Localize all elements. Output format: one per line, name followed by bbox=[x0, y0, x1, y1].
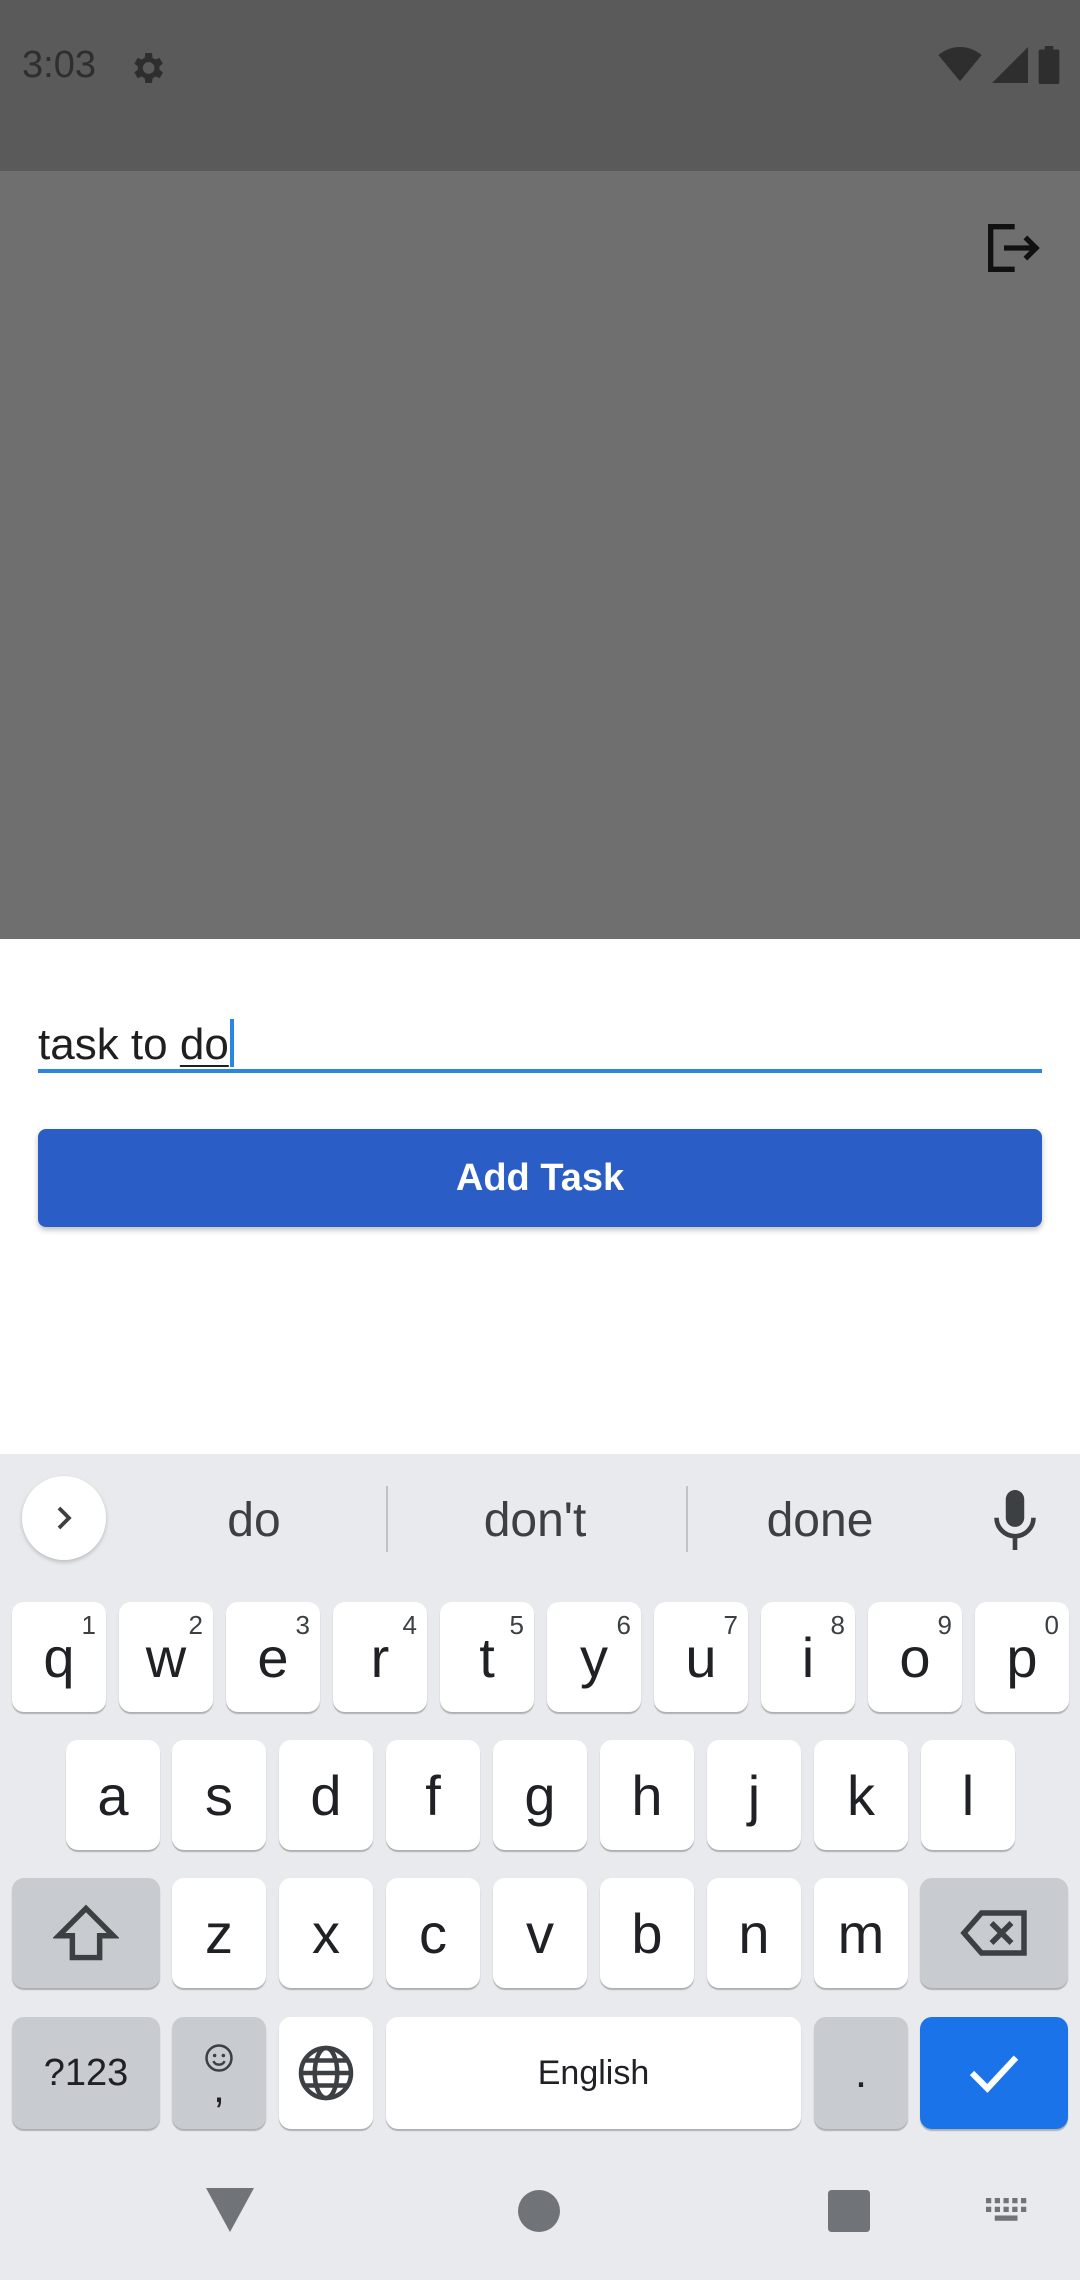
shift-icon bbox=[53, 1904, 119, 1961]
suggestion-3[interactable]: done bbox=[710, 1484, 930, 1556]
recents-icon[interactable] bbox=[828, 2190, 870, 2232]
globe-icon bbox=[298, 2045, 354, 2101]
enter-key[interactable] bbox=[920, 2017, 1068, 2129]
key-q[interactable]: q1 bbox=[12, 1602, 106, 1712]
key-label: w bbox=[145, 1625, 187, 1689]
key-t[interactable]: t5 bbox=[440, 1602, 534, 1712]
language-key[interactable] bbox=[279, 2017, 373, 2129]
status-icons bbox=[938, 46, 1060, 84]
navigation-bar bbox=[0, 2160, 1080, 2280]
task-input-value: task to do bbox=[38, 1019, 234, 1067]
suggestion-divider bbox=[386, 1486, 388, 1552]
key-s[interactable]: s bbox=[172, 1740, 266, 1850]
key-label: e bbox=[257, 1625, 289, 1689]
suggestion-strip: do don't done bbox=[0, 1454, 1080, 1586]
status-time: 3:03 bbox=[22, 44, 96, 86]
soft-keyboard: do don't done q1 w2 e3 r4 t5 y6 u7 i8 o9… bbox=[0, 1454, 1080, 2280]
text-caret bbox=[229, 1019, 234, 1067]
key-hint: 9 bbox=[937, 1610, 952, 1640]
key-i[interactable]: i8 bbox=[761, 1602, 855, 1712]
task-input[interactable]: task to do bbox=[38, 977, 1042, 1073]
key-label: q bbox=[43, 1625, 75, 1689]
microphone-icon[interactable] bbox=[990, 1490, 1040, 1550]
key-c[interactable]: c bbox=[386, 1878, 480, 1988]
key-hint: 2 bbox=[188, 1610, 203, 1640]
key-label: u bbox=[685, 1625, 717, 1689]
keyboard-switch-icon[interactable] bbox=[986, 2198, 1028, 2226]
backspace-icon bbox=[960, 1910, 1027, 1956]
key-hint: 8 bbox=[830, 1610, 845, 1640]
key-p[interactable]: p0 bbox=[975, 1602, 1069, 1712]
key-hint: 3 bbox=[295, 1610, 310, 1640]
suggestion-2[interactable]: don't bbox=[410, 1484, 660, 1556]
key-l[interactable]: l bbox=[921, 1740, 1015, 1850]
app-content-area bbox=[0, 171, 1080, 939]
battery-icon bbox=[1038, 46, 1060, 84]
key-z[interactable]: z bbox=[172, 1878, 266, 1988]
key-d[interactable]: d bbox=[279, 1740, 373, 1850]
space-bar[interactable]: English bbox=[386, 2017, 801, 2129]
wifi-icon bbox=[938, 47, 982, 82]
key-x[interactable]: x bbox=[279, 1878, 373, 1988]
key-label: p bbox=[1006, 1625, 1038, 1689]
key-b[interactable]: b bbox=[600, 1878, 694, 1988]
key-hint: 5 bbox=[509, 1610, 524, 1640]
key-r[interactable]: r4 bbox=[333, 1602, 427, 1712]
settings-gear-icon bbox=[134, 53, 163, 83]
key-label: r bbox=[370, 1625, 390, 1689]
home-icon[interactable] bbox=[518, 2190, 560, 2232]
task-input-prefix: task to bbox=[38, 1020, 180, 1069]
key-n[interactable]: n bbox=[707, 1878, 801, 1988]
key-a[interactable]: a bbox=[66, 1740, 160, 1850]
status-bar: 3:03 bbox=[0, 0, 1080, 171]
suggestion-1[interactable]: do bbox=[160, 1484, 348, 1556]
key-label: o bbox=[899, 1625, 931, 1689]
key-hint: 6 bbox=[616, 1610, 631, 1640]
key-hint: 4 bbox=[402, 1610, 417, 1640]
key-g[interactable]: g bbox=[493, 1740, 587, 1850]
key-y[interactable]: y6 bbox=[547, 1602, 641, 1712]
chevron-right-icon bbox=[57, 1506, 72, 1530]
add-task-sheet: task to do Add Task bbox=[0, 939, 1080, 1454]
key-k[interactable]: k bbox=[814, 1740, 908, 1850]
task-input-composing-word: do bbox=[179, 1020, 229, 1069]
key-label: i bbox=[801, 1625, 815, 1689]
key-hint: 1 bbox=[81, 1610, 96, 1640]
key-label: t bbox=[479, 1625, 495, 1689]
key-u[interactable]: u7 bbox=[654, 1602, 748, 1712]
key-e[interactable]: e3 bbox=[226, 1602, 320, 1712]
back-icon[interactable] bbox=[206, 2188, 254, 2232]
emoji-comma-key[interactable]: , bbox=[172, 2017, 266, 2129]
key-v[interactable]: v bbox=[493, 1878, 587, 1988]
shift-key[interactable] bbox=[12, 1878, 160, 1988]
cell-signal-icon bbox=[992, 47, 1028, 83]
key-f[interactable]: f bbox=[386, 1740, 480, 1850]
expand-toolbar-button[interactable] bbox=[22, 1476, 106, 1560]
key-h[interactable]: h bbox=[600, 1740, 694, 1850]
comma-label: , bbox=[213, 2064, 225, 2111]
key-o[interactable]: o9 bbox=[868, 1602, 962, 1712]
key-w[interactable]: w2 bbox=[119, 1602, 213, 1712]
key-j[interactable]: j bbox=[707, 1740, 801, 1850]
key-hint: 0 bbox=[1044, 1610, 1059, 1640]
logout-icon[interactable] bbox=[980, 216, 1044, 280]
period-key[interactable]: . bbox=[814, 2017, 908, 2129]
key-label: y bbox=[580, 1625, 608, 1689]
symbols-key[interactable]: ?123 bbox=[12, 2017, 160, 2129]
key-m[interactable]: m bbox=[814, 1878, 908, 1988]
checkmark-icon bbox=[969, 2055, 1019, 2093]
suggestion-divider bbox=[686, 1486, 688, 1552]
backspace-key[interactable] bbox=[920, 1878, 1068, 1988]
add-task-button[interactable]: Add Task bbox=[38, 1129, 1042, 1227]
key-hint: 7 bbox=[723, 1610, 738, 1640]
